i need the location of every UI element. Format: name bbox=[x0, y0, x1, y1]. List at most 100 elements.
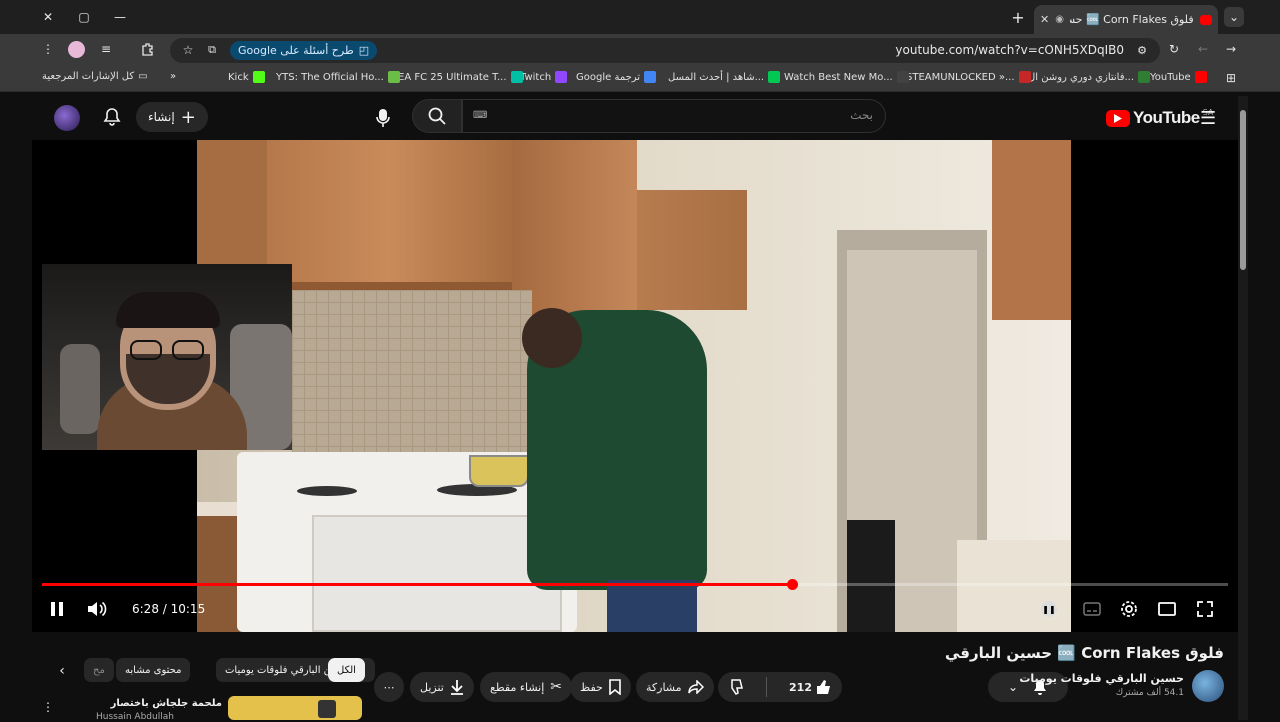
voice-search-icon[interactable] bbox=[368, 103, 398, 133]
bookmark-label: STEAMUNLOCKED »... bbox=[906, 71, 1015, 83]
tab-audio-icon[interactable]: ◉ bbox=[1055, 14, 1064, 25]
channel-avatar[interactable] bbox=[1192, 670, 1224, 702]
bookmark-favicon-icon bbox=[768, 71, 781, 83]
bookmark-item[interactable]: STEAMUNLOCKED »... bbox=[906, 71, 1031, 83]
pause-icon[interactable] bbox=[46, 598, 68, 620]
settings-gear-icon[interactable] bbox=[1118, 598, 1140, 620]
bookmark-label: Twitch bbox=[520, 71, 552, 83]
bookmark-favicon-icon bbox=[1018, 71, 1031, 83]
like-dislike-group: 212 bbox=[718, 672, 842, 702]
more-actions-icon[interactable]: ⋯ bbox=[374, 672, 404, 702]
plus-icon: + bbox=[180, 106, 196, 128]
theater-mode-icon[interactable] bbox=[1156, 598, 1178, 620]
page-scrollbar[interactable] bbox=[1238, 96, 1248, 720]
chips-prev-icon[interactable]: ‹ bbox=[48, 660, 76, 682]
forward-icon[interactable]: → bbox=[1221, 39, 1241, 59]
bookmark-item[interactable]: YTS: The Official Ho... bbox=[276, 71, 400, 83]
ask-google-chip[interactable]: ◰ طرح أسئلة على Google bbox=[230, 41, 378, 60]
send-to-device-icon[interactable]: ⧉ bbox=[202, 40, 222, 60]
extensions-icon[interactable] bbox=[138, 39, 158, 59]
bookmark-item[interactable]: EA FC 25 Ultimate T... bbox=[398, 71, 523, 83]
browser-tab-bar: ✕ ▢ — + فلوق 🆒 Corn Flakes حسين ◉ ✕ ⌄ bbox=[0, 0, 1280, 34]
apps-grid-icon[interactable]: ⊞ bbox=[1226, 71, 1236, 85]
url-text[interactable]: youtube.com/watch?v=cONH5XDqIB0 bbox=[895, 43, 1124, 57]
bookmark-label: YTS: The Official Ho... bbox=[276, 71, 384, 83]
like-count: 212 bbox=[789, 680, 812, 694]
channel-name[interactable]: حسين البارقي فلوقات يوميات bbox=[1019, 672, 1184, 685]
browser-tab-active[interactable]: فلوق 🆒 Corn Flakes حسين ◉ ✕ bbox=[1034, 5, 1218, 34]
new-tab-icon[interactable]: + bbox=[1008, 7, 1028, 27]
like-button[interactable]: 212 bbox=[789, 679, 842, 695]
search-icon bbox=[428, 107, 446, 125]
back-icon[interactable]: ← bbox=[1193, 39, 1213, 59]
bookmark-favicon-icon bbox=[252, 71, 265, 83]
reload-icon[interactable]: ↻ bbox=[1164, 39, 1184, 59]
clip-button[interactable]: ✂ إنشاء مقطع bbox=[480, 672, 573, 702]
recommendation-title[interactable]: ملحمة جلجاش باختصار bbox=[111, 698, 222, 709]
bookmarks-overflow-icon[interactable]: » bbox=[170, 71, 176, 82]
lens-icon: ◰ bbox=[358, 44, 370, 57]
omnibox[interactable]: ☆ ⧉ ◰ طرح أسئلة على Google youtube.com/w… bbox=[170, 38, 1160, 63]
dislike-icon[interactable] bbox=[718, 679, 744, 695]
search-button[interactable] bbox=[412, 99, 462, 133]
bookmark-favicon-icon bbox=[644, 71, 657, 83]
menu-kebab-icon[interactable]: ⋮ bbox=[38, 39, 58, 59]
media-controls-icon[interactable]: ≡ bbox=[96, 39, 116, 59]
bookmark-favicon-icon bbox=[1194, 71, 1207, 83]
chip-more[interactable]: مح bbox=[84, 658, 114, 682]
tab-close-icon[interactable]: ✕ bbox=[1040, 13, 1049, 26]
recommendation-menu-icon[interactable]: ⋮ bbox=[42, 700, 54, 714]
account-avatar[interactable] bbox=[54, 105, 80, 131]
like-divider bbox=[766, 677, 768, 697]
share-button[interactable]: مشاركة bbox=[636, 672, 714, 702]
chevron-down-icon: ⌄ bbox=[1007, 680, 1019, 694]
bookmark-item[interactable]: Twitch bbox=[520, 71, 568, 83]
hamburger-menu-icon[interactable]: ☰ bbox=[1200, 108, 1216, 129]
maximize-window-icon[interactable]: ▢ bbox=[74, 7, 94, 27]
close-window-icon[interactable]: ✕ bbox=[38, 7, 58, 27]
bookmark-item[interactable]: YouTube bbox=[1150, 71, 1207, 83]
minimize-window-icon[interactable]: — bbox=[110, 7, 130, 27]
bookmark-favicon-icon bbox=[896, 71, 909, 83]
video-player[interactable]: 6:28 / 10:15 ❚❚ bbox=[32, 140, 1238, 632]
youtube-header: + إنشاء ⌨ بحث YouTube SA ☰ bbox=[32, 96, 1238, 140]
fullscreen-icon[interactable] bbox=[1194, 598, 1216, 620]
bookmark-label: Kick bbox=[228, 71, 249, 83]
bookmarks-bar: ▭ كل الإشارات المرجعية » ⊞ YouTube فانتاز… bbox=[0, 66, 1280, 92]
create-button[interactable]: + إنشاء bbox=[136, 102, 208, 132]
scrubber-handle[interactable] bbox=[787, 579, 798, 590]
save-button[interactable]: حفظ bbox=[570, 672, 631, 702]
download-button[interactable]: تنزيل bbox=[410, 672, 474, 702]
share-icon bbox=[687, 680, 704, 694]
video-frame bbox=[197, 140, 1071, 632]
video-progress-bar[interactable] bbox=[42, 579, 1228, 590]
bookmark-icon bbox=[609, 679, 621, 695]
tab-search-icon[interactable]: ⌄ bbox=[1224, 7, 1244, 27]
subtitles-icon[interactable] bbox=[1081, 598, 1103, 620]
notifications-bell-icon[interactable] bbox=[102, 107, 122, 127]
bookmark-label: EA FC 25 Ultimate T... bbox=[398, 71, 507, 83]
chip-all[interactable]: الكل bbox=[328, 658, 365, 682]
autoplay-toggle[interactable]: ❚❚ bbox=[1038, 598, 1060, 620]
bookmark-item[interactable]: Watch Best New Mo... bbox=[784, 71, 909, 83]
chip-related[interactable]: محتوى مشابه bbox=[116, 658, 191, 682]
bookmark-star-icon[interactable]: ☆ bbox=[178, 40, 198, 60]
keyboard-icon[interactable]: ⌨ bbox=[473, 110, 487, 121]
volume-icon[interactable] bbox=[86, 598, 108, 620]
bookmark-item[interactable]: فانتازي دوري روشن ال... bbox=[1028, 71, 1151, 83]
bookmark-item[interactable]: Kick bbox=[228, 71, 265, 83]
search-input[interactable]: ⌨ بحث bbox=[462, 99, 886, 133]
bookmark-label: Google ترجمة bbox=[576, 71, 641, 83]
profile-avatar[interactable] bbox=[66, 39, 86, 59]
bookmark-item[interactable]: Google ترجمة bbox=[576, 71, 657, 83]
all-bookmarks-button[interactable]: ▭ كل الإشارات المرجعية bbox=[42, 71, 148, 82]
youtube-logo[interactable]: YouTube SA bbox=[1106, 108, 1213, 128]
bookmark-label: Watch Best New Mo... bbox=[784, 71, 893, 83]
webcam-overlay bbox=[42, 264, 292, 450]
folder-icon: ▭ bbox=[138, 71, 148, 82]
scrollbar-thumb[interactable] bbox=[1240, 110, 1246, 270]
recommendation-thumbnail[interactable] bbox=[228, 696, 362, 720]
bookmark-label: YouTube bbox=[1150, 71, 1191, 83]
site-info-icon[interactable]: ⚙ bbox=[1132, 40, 1152, 60]
bookmark-item[interactable]: شاهد | أحدث المسل... bbox=[668, 71, 781, 83]
